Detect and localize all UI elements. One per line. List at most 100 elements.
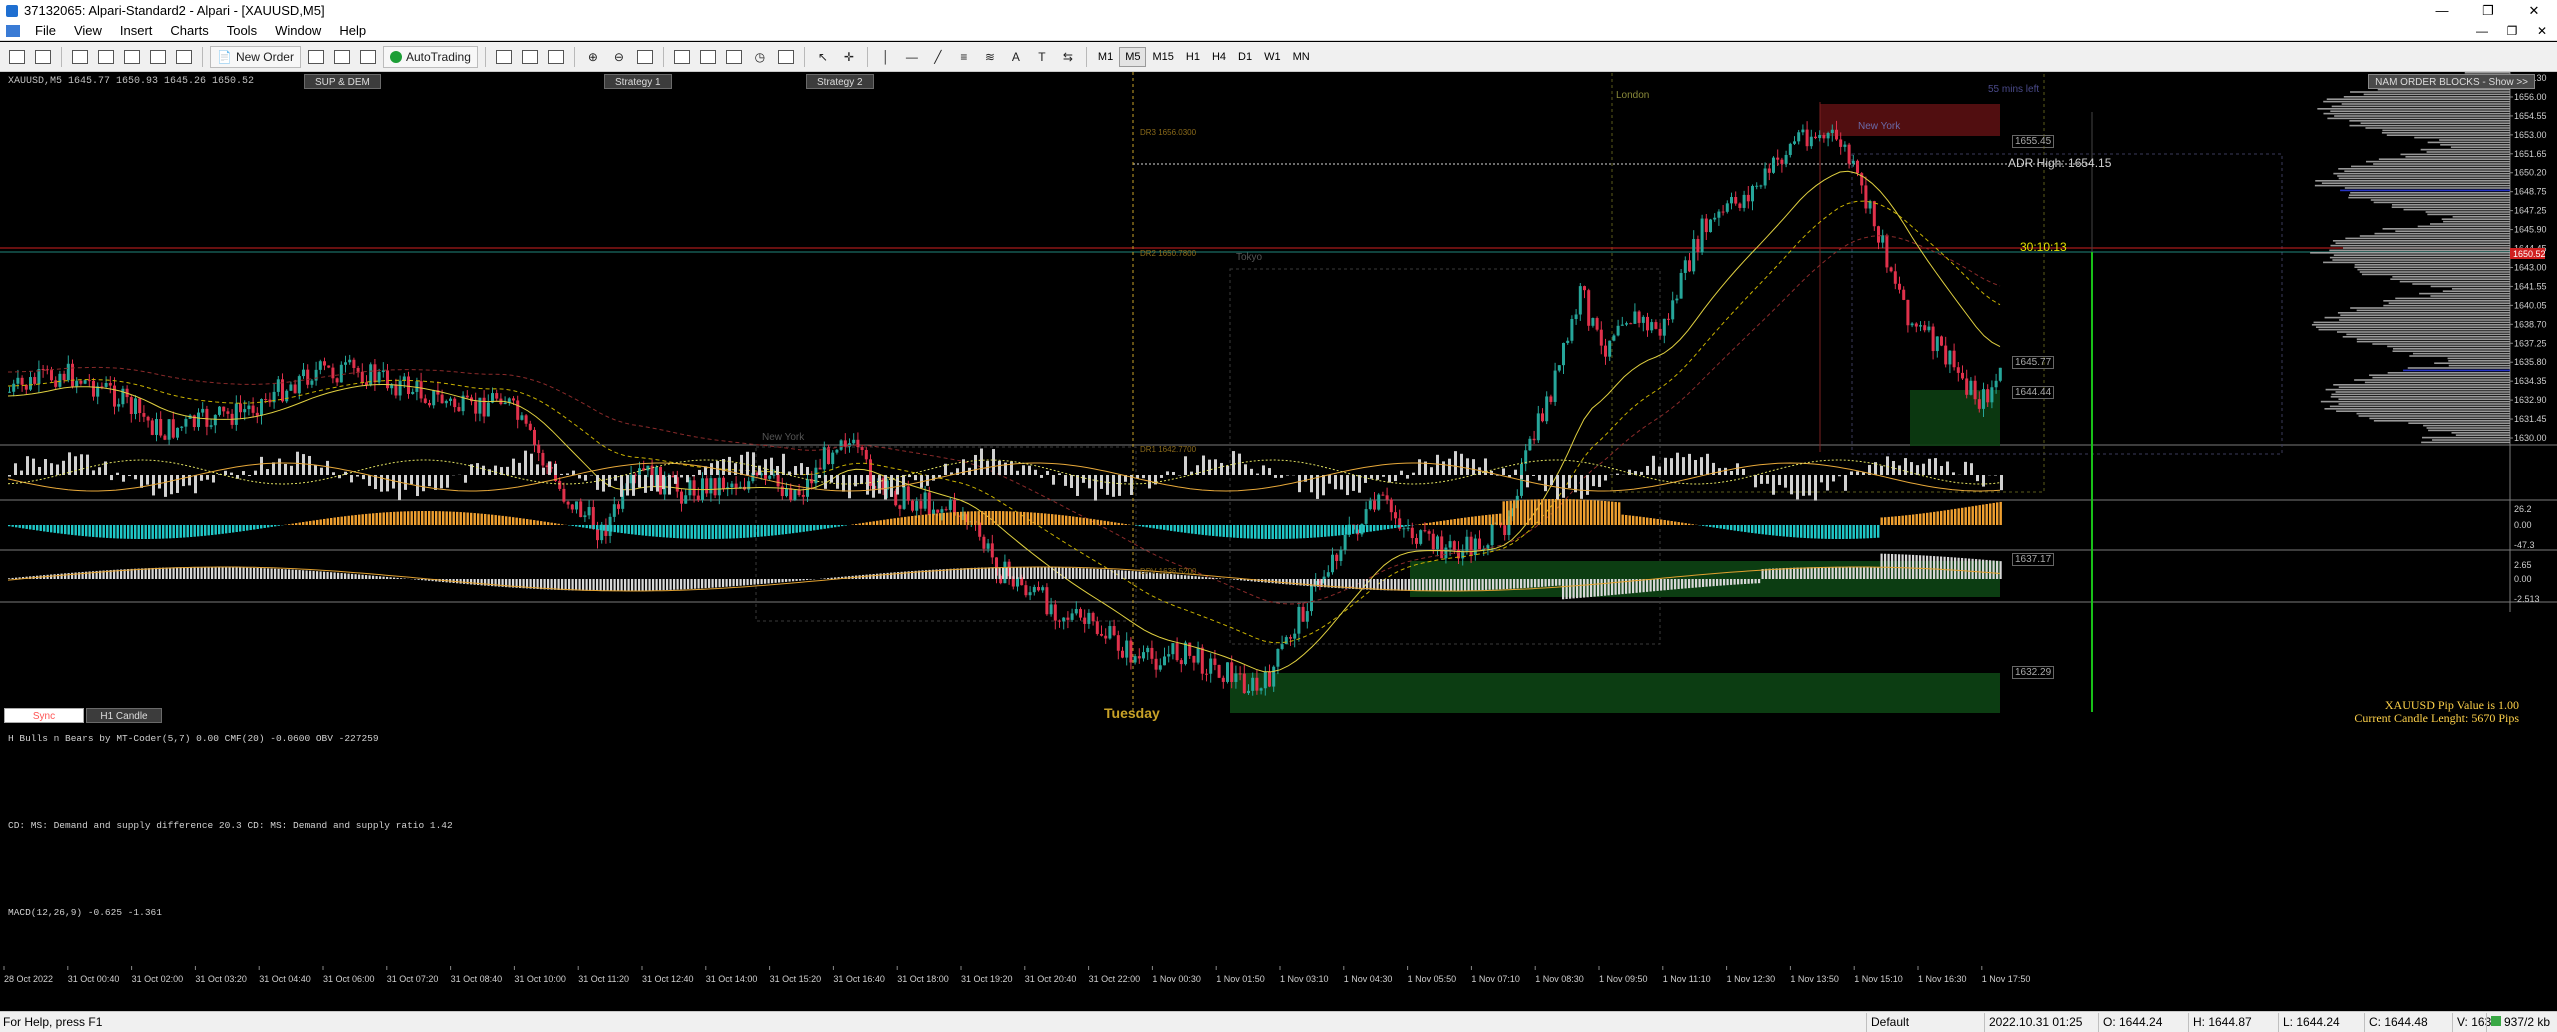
candle-body	[1952, 350, 1956, 368]
indicators-button[interactable]	[723, 46, 745, 68]
chart-minimize-button[interactable]: —	[2467, 24, 2497, 38]
fibonacci-button[interactable]: ≋	[979, 46, 1001, 68]
menu-insert[interactable]: Insert	[111, 23, 162, 38]
candle-body	[331, 367, 335, 379]
bb-histogram-bar	[326, 460, 329, 475]
demand-supply-bar	[288, 524, 291, 525]
candle-body	[1604, 345, 1607, 357]
menu-view[interactable]: View	[65, 23, 111, 38]
macd-bar	[953, 568, 956, 579]
candle-body	[1944, 345, 1948, 365]
macd-bar	[1436, 579, 1439, 591]
strategy2-button[interactable]: Strategy 2	[806, 74, 874, 89]
menu-help[interactable]: Help	[330, 23, 375, 38]
periods-button[interactable]: ◷	[749, 46, 771, 68]
candle-body	[1688, 260, 1691, 272]
demand-supply-bar	[330, 517, 333, 525]
timeframe-m1[interactable]: M1	[1092, 47, 1119, 67]
sync-button[interactable]: Sync	[4, 708, 84, 723]
trendline-button[interactable]: ╱	[927, 46, 949, 68]
menu-window[interactable]: Window	[266, 23, 330, 38]
timeframe-m15[interactable]: M15	[1146, 47, 1179, 67]
chart-shift-button[interactable]	[697, 46, 719, 68]
bb-histogram-bar	[170, 475, 173, 495]
timeframe-h1[interactable]: H1	[1180, 47, 1206, 67]
new-order-button[interactable]: 📄 New Order	[210, 45, 301, 68]
zoom-in-button[interactable]: ⊕	[582, 46, 604, 68]
price-scale-label: 1653.00	[2514, 130, 2547, 140]
menu-charts[interactable]: Charts	[161, 23, 217, 38]
timeframe-mn[interactable]: MN	[1287, 47, 1316, 67]
h1-candle-button[interactable]: H1 Candle	[86, 708, 162, 723]
demand-supply-bar	[1663, 519, 1666, 525]
market-watch-button[interactable]	[69, 46, 91, 68]
demand-supply-bar	[1163, 525, 1166, 530]
terminal-button[interactable]	[147, 46, 169, 68]
demand-supply-bar	[1306, 525, 1309, 539]
market-button[interactable]	[331, 46, 353, 68]
macd-bar	[1709, 579, 1712, 587]
macd-bar	[1597, 579, 1600, 597]
text-label-button[interactable]: T	[1031, 46, 1053, 68]
maximize-button[interactable]: ❐	[2465, 0, 2511, 21]
demand-supply-bar	[925, 514, 928, 525]
demand-supply-bar	[743, 525, 746, 538]
metaeditor-button[interactable]	[305, 46, 327, 68]
zoom-out-button[interactable]: ⊖	[608, 46, 630, 68]
vertical-line-button[interactable]: │	[875, 46, 897, 68]
new-chart-button[interactable]	[6, 46, 28, 68]
profiles-button[interactable]	[32, 46, 54, 68]
volume-profile-bar	[2426, 427, 2510, 429]
bar-chart-button[interactable]	[493, 46, 515, 68]
menu-file[interactable]: File	[26, 23, 65, 38]
demand-supply-bar	[1768, 525, 1771, 536]
sup-dem-button[interactable]: SUP & DEM	[304, 74, 381, 89]
macd-bar	[1656, 579, 1659, 591]
candle-body	[1247, 690, 1250, 694]
demand-supply-bar	[1467, 517, 1470, 525]
tile-windows-button[interactable]	[634, 46, 656, 68]
signals-button[interactable]	[357, 46, 379, 68]
tester-button[interactable]	[173, 46, 195, 68]
macd-bar	[1639, 579, 1642, 593]
line-chart-button[interactable]	[545, 46, 567, 68]
channel-button[interactable]: ≡	[953, 46, 975, 68]
timeframe-d1[interactable]: D1	[1232, 47, 1258, 67]
macd-bar	[256, 567, 259, 579]
candle-body	[1826, 133, 1830, 139]
timeframe-m5[interactable]: M5	[1119, 46, 1147, 67]
demand-supply-bar	[1460, 518, 1463, 525]
volume-profile-bar	[2372, 343, 2510, 345]
autotrading-button[interactable]: AutoTrading	[382, 45, 478, 68]
demand-supply-bar	[1117, 522, 1120, 525]
demand-supply-bar	[1191, 525, 1194, 534]
cursor-button[interactable]: ↖	[812, 46, 834, 68]
timeframe-h4[interactable]: H4	[1206, 47, 1232, 67]
price-chart[interactable]: 1658.301656.001654.551653.001651.651650.…	[0, 72, 2557, 984]
data-window-button[interactable]	[95, 46, 117, 68]
chart-restore-button[interactable]: ❐	[2497, 24, 2527, 38]
demand-supply-bar	[1646, 517, 1649, 525]
auto-scroll-button[interactable]	[671, 46, 693, 68]
navigator-button[interactable]	[121, 46, 143, 68]
chart-window[interactable]: 1658.301656.001654.551653.001651.651650.…	[0, 72, 2557, 984]
horizontal-line-button[interactable]: —	[901, 46, 923, 68]
traffic-status: 937/2 kb	[2486, 1012, 2554, 1032]
demand-supply-bar	[1513, 500, 1516, 525]
menu-tools[interactable]: Tools	[218, 23, 266, 38]
strategy1-button[interactable]: Strategy 1	[604, 74, 672, 89]
chart-close-button[interactable]: ✕	[2527, 24, 2557, 38]
minimize-button[interactable]: —	[2419, 0, 2465, 21]
macd-bar	[1649, 579, 1652, 592]
crosshair-button[interactable]: ✛	[838, 46, 860, 68]
arrows-button[interactable]: ⇆	[1057, 46, 1079, 68]
macd-bar	[1432, 579, 1435, 591]
timeframe-w1[interactable]: W1	[1258, 47, 1287, 67]
templates-button[interactable]	[775, 46, 797, 68]
text-button[interactable]: A	[1005, 46, 1027, 68]
demand-supply-bar	[844, 525, 847, 526]
candlestick-button[interactable]	[519, 46, 541, 68]
close-button[interactable]: ✕	[2511, 0, 2557, 21]
ind3-scale-top: 2.65	[2514, 560, 2532, 570]
order-blocks-button[interactable]: NAM ORDER BLOCKS - Show >>	[2368, 74, 2535, 89]
